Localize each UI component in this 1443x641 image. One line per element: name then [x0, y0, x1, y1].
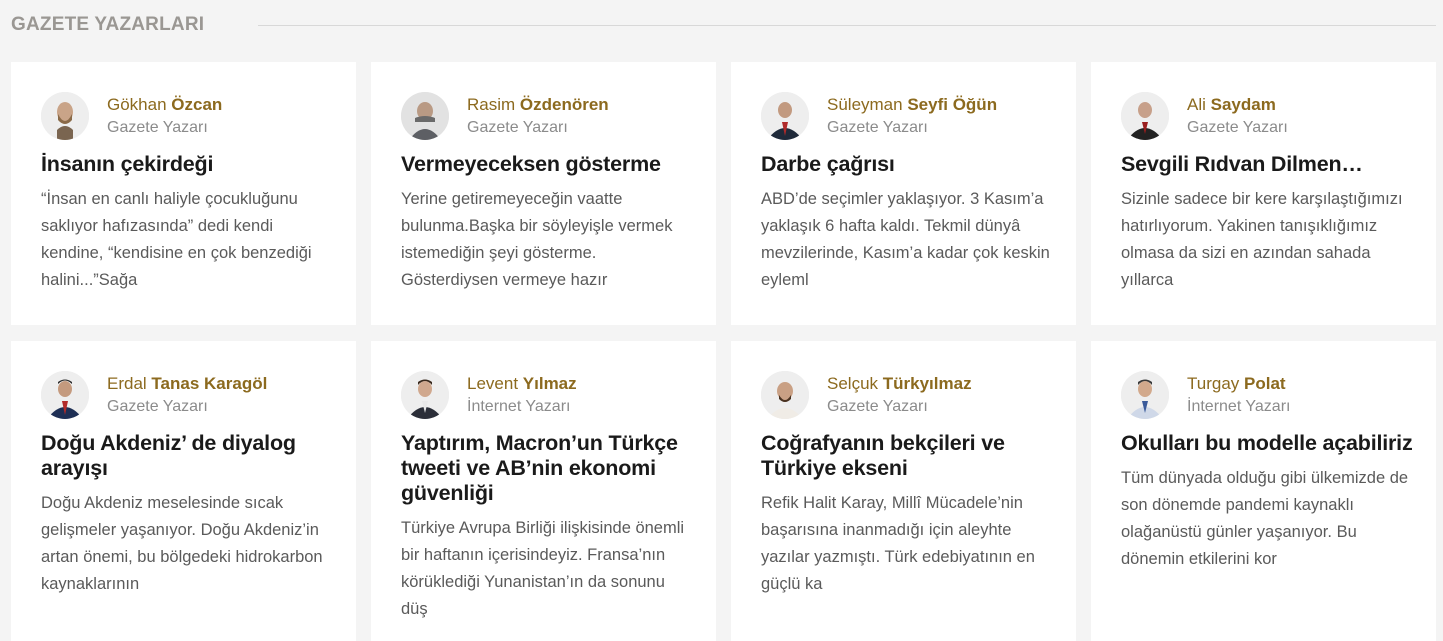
article-title[interactable]: Yaptırım, Macron’un Türkçe tweeti ve AB’…	[401, 431, 696, 506]
author-card[interactable]: Selçuk Türkyılmaz Gazete Yazarı Coğrafya…	[731, 341, 1076, 641]
author-card[interactable]: Levent Yılmaz İnternet Yazarı Yaptırım, …	[371, 341, 716, 641]
article-title[interactable]: Doğu Akdeniz’ de diyalog arayışı	[41, 431, 336, 481]
author-avatar[interactable]	[1121, 371, 1169, 419]
author-role: Gazete Yazarı	[827, 397, 928, 415]
author-avatar[interactable]	[1121, 92, 1169, 140]
author-row[interactable]: Süleyman Seyfi Öğün Gazete Yazarı	[761, 92, 1056, 140]
article-title[interactable]: Okulları bu modelle açabiliriz	[1121, 431, 1416, 456]
author-card[interactable]: Rasim Özdenören Gazete Yazarı Vermeyecek…	[371, 62, 716, 325]
author-row[interactable]: Turgay Polat İnternet Yazarı	[1121, 371, 1416, 419]
author-row[interactable]: Ali Saydam Gazete Yazarı	[1121, 92, 1416, 140]
author-role: Gazete Yazarı	[827, 118, 928, 136]
author-card[interactable]: Turgay Polat İnternet Yazarı Okulları bu…	[1091, 341, 1436, 641]
author-role: İnternet Yazarı	[467, 397, 571, 415]
author-name[interactable]: Gökhan Özcan	[107, 95, 222, 115]
author-card[interactable]: Erdal Tanas Karagöl Gazete Yazarı Doğu A…	[11, 341, 356, 641]
author-avatar[interactable]	[41, 371, 89, 419]
author-name[interactable]: Erdal Tanas Karagöl	[107, 374, 267, 394]
author-grid: Gökhan Özcan Gazete Yazarı İnsanın çekir…	[11, 62, 1436, 641]
author-avatar[interactable]	[401, 371, 449, 419]
article-excerpt: Türkiye Avrupa Birliği ilişkisinde öneml…	[401, 519, 685, 618]
section-header: GAZETE YAZARLARI	[11, 12, 1436, 38]
author-avatar[interactable]	[761, 92, 809, 140]
author-role: Gazete Yazarı	[107, 118, 208, 136]
author-name[interactable]: Turgay Polat	[1187, 374, 1290, 394]
section-divider	[258, 24, 1436, 26]
article-excerpt: Doğu Akdeniz meselesinde sıcak gelişmele…	[41, 494, 323, 593]
article-title[interactable]: İnsanın çekirdeği	[41, 152, 336, 177]
author-avatar[interactable]	[761, 371, 809, 419]
author-row[interactable]: Rasim Özdenören Gazete Yazarı	[401, 92, 696, 140]
article-excerpt: Yerine getiremeyeceğin vaatte bulunma.Ba…	[401, 190, 673, 289]
author-role: Gazete Yazarı	[1187, 118, 1288, 136]
article-title[interactable]: Vermeyeceksen gösterme	[401, 152, 696, 177]
author-name[interactable]: Rasim Özdenören	[467, 95, 609, 115]
author-name[interactable]: Levent Yılmaz	[467, 374, 577, 394]
author-role: Gazete Yazarı	[467, 118, 568, 136]
author-row[interactable]: Erdal Tanas Karagöl Gazete Yazarı	[41, 371, 336, 419]
article-title[interactable]: Coğrafyanın bekçileri ve Türkiye ekseni	[761, 431, 1056, 481]
article-title[interactable]: Darbe çağrısı	[761, 152, 1056, 177]
author-name[interactable]: Ali Saydam	[1187, 95, 1288, 115]
article-excerpt: ABD’de seçimler yaklaşıyor. 3 Kasım’a ya…	[761, 190, 1050, 289]
author-name[interactable]: Süleyman Seyfi Öğün	[827, 95, 997, 115]
article-title[interactable]: Sevgili Rıdvan Dilmen…	[1121, 152, 1416, 177]
author-row[interactable]: Gökhan Özcan Gazete Yazarı	[41, 92, 336, 140]
author-role: İnternet Yazarı	[1187, 397, 1291, 415]
author-avatar[interactable]	[41, 92, 89, 140]
article-excerpt: Tüm dünyada olduğu gibi ülkemizde de son…	[1121, 469, 1409, 568]
author-card[interactable]: Ali Saydam Gazete Yazarı Sevgili Rıdvan …	[1091, 62, 1436, 325]
author-name[interactable]: Selçuk Türkyılmaz	[827, 374, 972, 394]
author-avatar[interactable]	[401, 92, 449, 140]
author-role: Gazete Yazarı	[107, 397, 208, 415]
article-excerpt: Refik Halit Karay, Millî Mücadele’nin ba…	[761, 494, 1035, 593]
author-card[interactable]: Gökhan Özcan Gazete Yazarı İnsanın çekir…	[11, 62, 356, 325]
section-title: GAZETE YAZARLARI	[11, 14, 205, 35]
author-row[interactable]: Levent Yılmaz İnternet Yazarı	[401, 371, 696, 419]
article-excerpt: Sizinle sadece bir kere karşılaştığımızı…	[1121, 190, 1403, 289]
article-excerpt: “İnsan en canlı haliyle çocukluğunu sakl…	[41, 190, 312, 289]
author-card[interactable]: Süleyman Seyfi Öğün Gazete Yazarı Darbe …	[731, 62, 1076, 325]
author-row[interactable]: Selçuk Türkyılmaz Gazete Yazarı	[761, 371, 1056, 419]
